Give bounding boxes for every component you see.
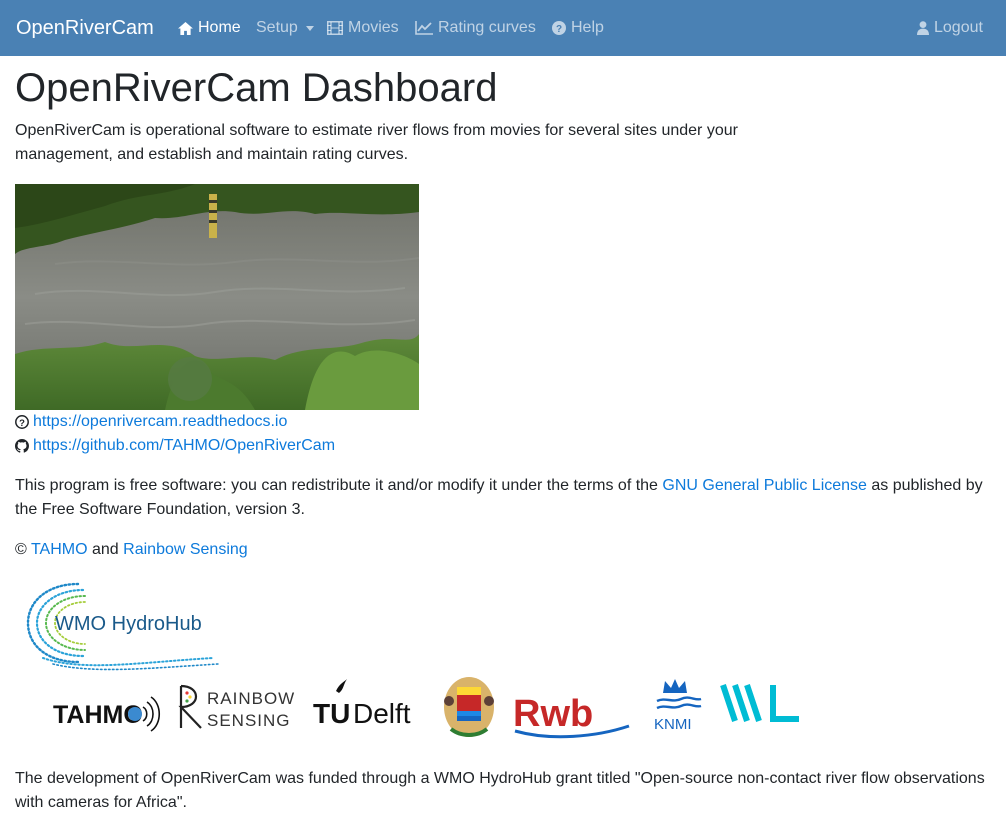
rainbow-logo-top: RAINBOW [207,689,295,708]
rwb-logo-text: Rwb [513,693,593,735]
nav-setup-dropdown[interactable]: Setup [256,16,314,40]
license-text-before: This program is free software: you can r… [15,477,663,494]
copyright-and: and [92,541,119,558]
logout-link[interactable]: Logout [917,16,983,40]
nav-help[interactable]: ? Help [552,16,604,40]
rainbow-logo-bottom: SENSING [207,711,291,730]
nav-movies[interactable]: Movies [327,16,399,40]
rwb-logo: Rwb [513,693,630,739]
nav-movies-label: Movies [348,19,399,36]
hydrohub-logo-text: WMO HydroHub [55,613,202,635]
rainbow-sensing-link[interactable]: Rainbow Sensing [123,541,248,558]
knmi-logo: KNMI [654,679,702,733]
navbar-brand[interactable]: OpenRiverCam [16,15,154,41]
question-circle-icon: ? [15,415,29,429]
nav-rating-curves[interactable]: Rating curves [415,16,536,40]
docs-link-row: ? https://openrivercam.readthedocs.io [15,410,287,434]
intro-text: OpenRiverCam is operational software to … [15,122,738,163]
license-text: This program is free software: you can r… [15,474,990,522]
nav-home[interactable]: Home [178,16,241,40]
user-icon [917,21,929,35]
wl-logo [720,684,799,722]
nav-setup-label: Setup [256,19,298,36]
caret-down-icon [305,25,314,31]
home-icon [178,21,193,35]
wmo-hydrohub-logo: WMO HydroHub [23,576,223,671]
gpl-license-link[interactable]: GNU General Public License [662,477,867,494]
tahmo-link[interactable]: TAHMO [31,541,88,558]
page-title: OpenRiverCam Dashboard [15,66,498,110]
github-link[interactable]: https://github.com/TAHMO/OpenRiverCam [33,434,335,458]
rainbow-sensing-logo: RAINBOW SENSING [178,684,295,730]
nav-help-label: Help [571,19,604,36]
tudelft-logo: TU Delft [313,679,411,729]
logout-label: Logout [934,19,983,36]
svg-text:?: ? [19,418,25,429]
copyright-line: © TAHMO and Rainbow Sensing [15,538,248,562]
tudelft-logo-delft: Delft [353,698,411,729]
tahmo-logo: TAHMO [53,696,161,732]
line-chart-icon [415,21,433,35]
nav-rating-curves-label: Rating curves [438,19,536,36]
film-icon [327,21,343,35]
navbar: OpenRiverCam Home Setup Movies Rating cu… [0,0,1006,56]
nav-home-label: Home [198,19,241,36]
question-circle-icon: ? [552,21,566,35]
knmi-logo-text: KNMI [654,716,692,733]
docs-link[interactable]: https://openrivercam.readthedocs.io [33,410,287,434]
github-link-row: https://github.com/TAHMO/OpenRiverCam [15,434,335,458]
tanzania-coat-of-arms-logo [444,677,494,737]
github-icon [15,439,29,453]
partner-logos: TAHMO RAINBOW SENSING TU Delft Rwb KNMI [51,671,811,741]
funding-text: The development of OpenRiverCam was fund… [15,770,985,811]
copyright-symbol: © [15,541,27,558]
tudelft-logo-tu: TU [313,698,350,729]
svg-text:?: ? [556,24,562,35]
river-camera-image [15,184,419,410]
